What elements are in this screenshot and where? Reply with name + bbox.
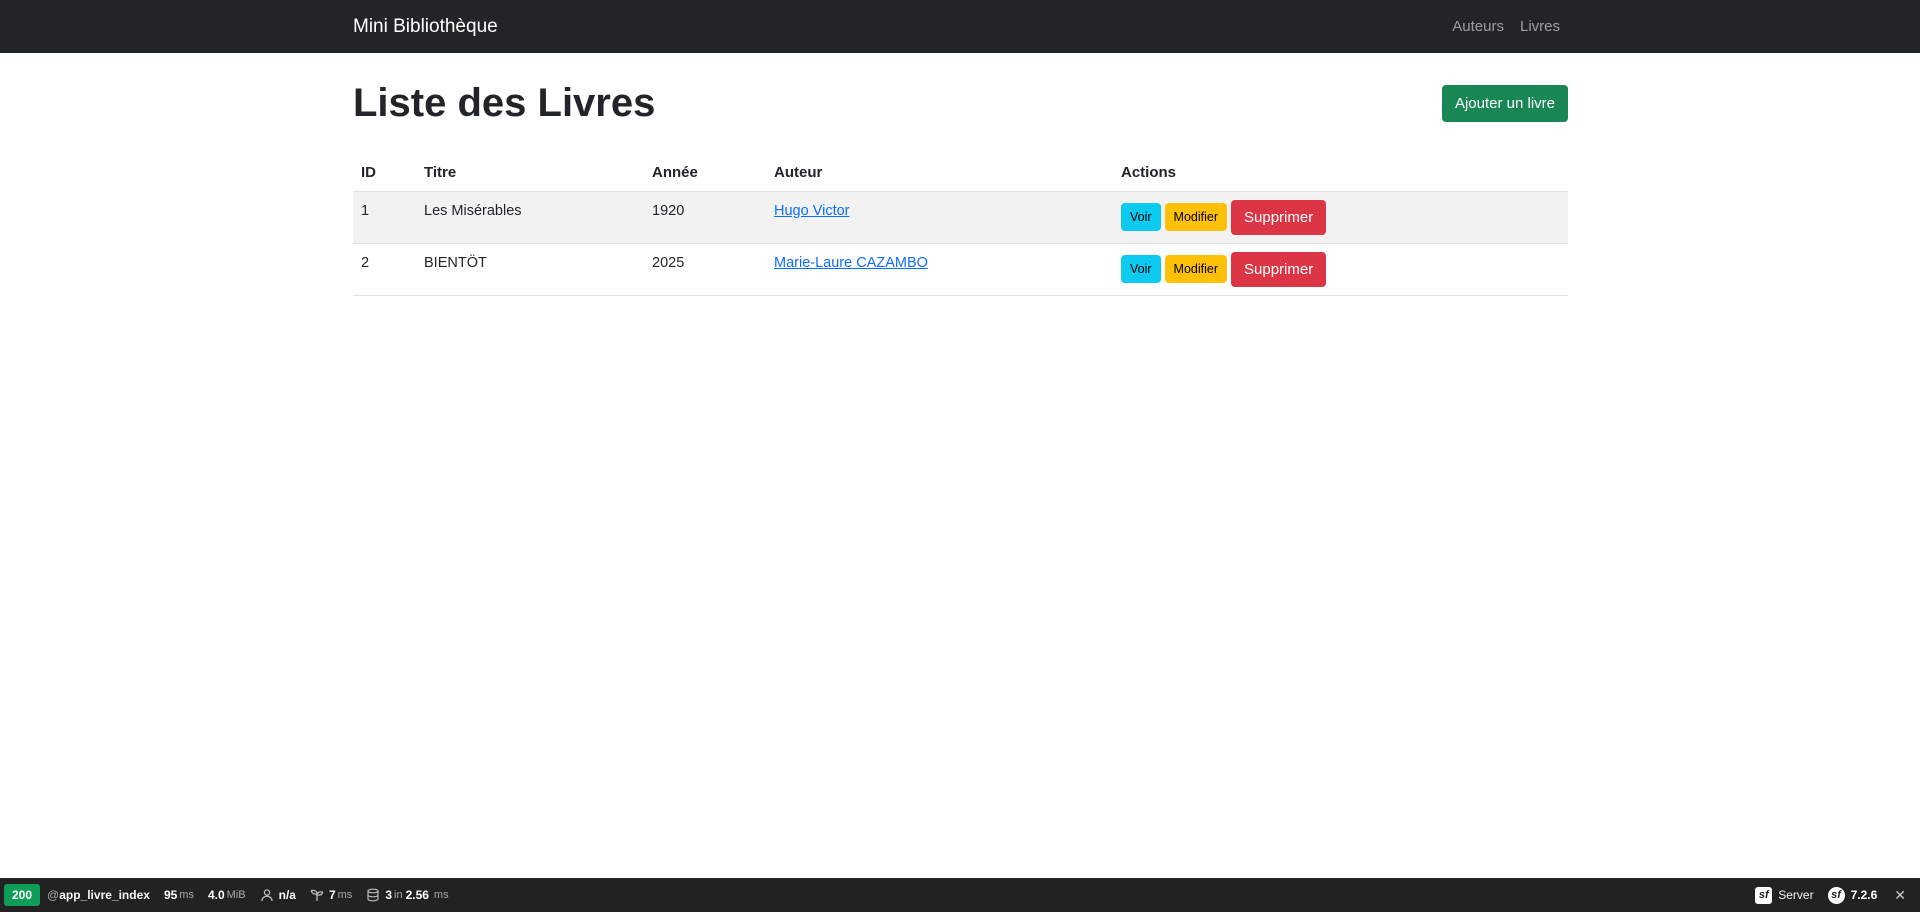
navbar-brand[interactable]: Mini Bibliothèque: [353, 16, 498, 38]
table-head: ID Titre Année Auteur Actions: [353, 155, 1568, 192]
add-book-button[interactable]: Ajouter un livre: [1441, 84, 1568, 122]
book-title: Les Misérables: [424, 203, 522, 219]
cell-titre: Les Misérables: [416, 191, 644, 244]
delete-button[interactable]: Supprimer: [1231, 199, 1327, 235]
nav-link-auteurs[interactable]: Auteurs: [1444, 18, 1512, 35]
toolbar-database[interactable]: 3 in 2.56 ms: [359, 878, 455, 912]
book-year: 1920: [652, 203, 685, 219]
db-time-value: 2.56: [405, 888, 429, 902]
db-query-count: 3: [385, 888, 392, 902]
book-title: BIENTÖT: [424, 255, 487, 271]
route-prefix: @: [47, 888, 60, 902]
edit-button[interactable]: Modifier: [1164, 203, 1228, 231]
column-header-annee: Année: [644, 155, 766, 192]
row-actions: Voir Modifier Supprimer: [1121, 199, 1560, 235]
view-button[interactable]: Voir: [1121, 255, 1161, 283]
symfony-debug-toolbar: 200 @ app_livre_index 95 ms 4.0 MiB n/a …: [0, 878, 1920, 912]
cell-actions: Voir Modifier Supprimer: [1113, 243, 1568, 296]
nav-link-livres[interactable]: Livres: [1512, 18, 1568, 35]
author-link[interactable]: Marie-Laure CAZAMBO: [774, 255, 928, 271]
column-header-id: ID: [353, 155, 416, 192]
table-row: 2 BIENTÖT 2025 Marie-Laure CAZAMBO Voir …: [353, 243, 1568, 296]
memory-unit: MiB: [226, 889, 246, 901]
cell-id: 2: [353, 243, 416, 296]
twig-time-unit: ms: [337, 889, 353, 901]
table-header-row: ID Titre Année Auteur Actions: [353, 155, 1568, 192]
cell-titre: BIENTÖT: [416, 243, 644, 296]
db-in-label: in: [394, 889, 403, 901]
toolbar-time[interactable]: 95 ms: [157, 878, 201, 912]
leaf-icon: [310, 888, 324, 902]
time-value: 95: [163, 888, 178, 902]
table-row: 1 Les Misérables 1920 Hugo Victor Voir M…: [353, 191, 1568, 244]
cell-auteur: Marie-Laure CAZAMBO: [766, 243, 1113, 296]
db-time-unit: ms: [433, 889, 449, 901]
navbar-container: Mini Bibliothèque Auteurs Livres: [353, 0, 1568, 53]
view-button[interactable]: Voir: [1121, 203, 1161, 231]
page-title: Liste des Livres: [353, 81, 656, 125]
main-content: Liste des Livres Ajouter un livre ID Tit…: [353, 77, 1568, 296]
column-header-titre: Titre: [416, 155, 644, 192]
server-label: Server: [1778, 888, 1814, 902]
column-header-actions: Actions: [1113, 155, 1568, 192]
page-header: Liste des Livres Ajouter un livre: [353, 77, 1568, 129]
memory-value: 4.0: [207, 888, 225, 902]
symfony-logo-icon: sf: [1827, 886, 1845, 904]
toolbar-symfony-version[interactable]: sf 7.2.6: [1821, 878, 1885, 912]
user-icon: [260, 888, 274, 902]
table-body: 1 Les Misérables 1920 Hugo Victor Voir M…: [353, 191, 1568, 296]
close-icon[interactable]: ✕: [1884, 887, 1920, 904]
cell-annee: 1920: [644, 191, 766, 244]
cell-annee: 2025: [644, 243, 766, 296]
book-id: 2: [361, 255, 370, 271]
edit-button[interactable]: Modifier: [1164, 255, 1228, 283]
symfony-version: 7.2.6: [1850, 888, 1878, 902]
top-navbar: Mini Bibliothèque Auteurs Livres: [0, 0, 1920, 53]
status-code-badge[interactable]: 200: [4, 884, 41, 906]
author-link[interactable]: Hugo Victor: [774, 203, 850, 219]
row-actions: Voir Modifier Supprimer: [1121, 251, 1560, 287]
route-name: app_livre_index: [59, 888, 150, 902]
cell-auteur: Hugo Victor: [766, 191, 1113, 244]
toolbar-twig[interactable]: 7 ms: [303, 878, 359, 912]
book-year: 2025: [652, 255, 685, 271]
user-value: n/a: [278, 888, 296, 902]
delete-button[interactable]: Supprimer: [1231, 251, 1327, 287]
database-icon: [366, 888, 380, 902]
time-unit: ms: [179, 889, 194, 901]
book-id: 1: [361, 203, 370, 219]
toolbar-user[interactable]: n/a: [253, 878, 303, 912]
books-table: ID Titre Année Auteur Actions 1 Les Misé…: [353, 155, 1568, 296]
toolbar-right: sf Server sf 7.2.6 ✕: [1748, 878, 1920, 912]
cell-actions: Voir Modifier Supprimer: [1113, 191, 1568, 244]
navbar-links: Auteurs Livres: [1444, 0, 1568, 53]
symfony-logo-icon: sf: [1755, 886, 1773, 904]
cell-id: 1: [353, 191, 416, 244]
toolbar-server[interactable]: sf Server: [1748, 878, 1820, 912]
toolbar-memory[interactable]: 4.0 MiB: [201, 878, 253, 912]
column-header-auteur: Auteur: [766, 155, 1113, 192]
toolbar-route[interactable]: @ app_livre_index: [40, 878, 157, 912]
toolbar-left: 200 @ app_livre_index 95 ms 4.0 MiB n/a …: [0, 878, 456, 912]
twig-time-value: 7: [328, 888, 336, 902]
